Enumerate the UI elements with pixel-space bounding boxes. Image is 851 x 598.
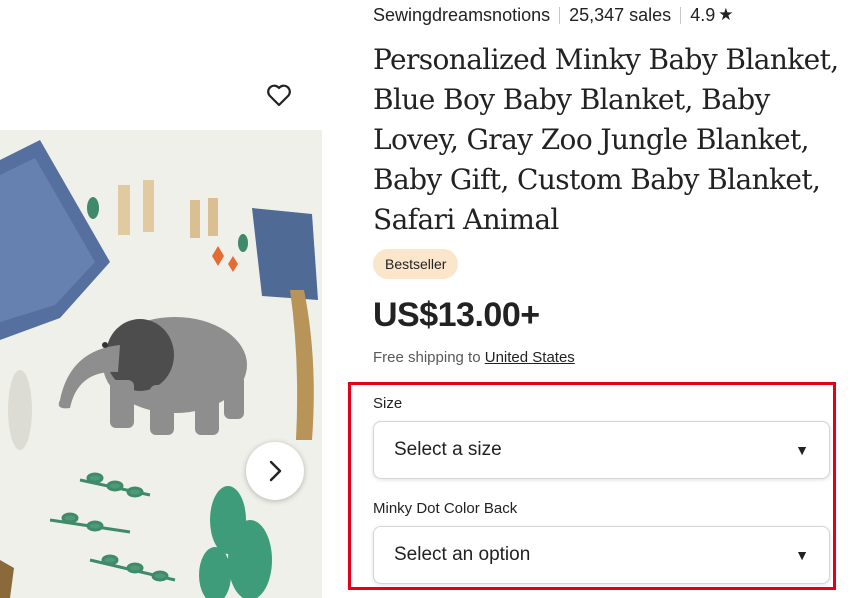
divider (680, 6, 682, 24)
bestseller-badge: Bestseller (373, 249, 459, 279)
caret-down-icon: ▼ (795, 547, 809, 563)
back-color-label: Minky Dot Color Back (373, 500, 518, 517)
shop-sales-count: 25,347 sales (569, 4, 672, 25)
product-image-area[interactable] (0, 0, 322, 598)
back-color-select[interactable]: Select an option ▼ (373, 526, 830, 584)
star-icon: ★ (718, 5, 734, 24)
size-select[interactable]: Select a size ▼ (373, 421, 830, 479)
next-image-button[interactable] (246, 442, 304, 500)
size-label: Size (373, 395, 403, 412)
listing-title: Personalized Minky Baby Blanket, Blue Bo… (373, 43, 839, 236)
listing-price: US$13.00+ (373, 296, 540, 334)
shop-summary: Sewingdreamsnotions 25,347 sales 4.9 ★ (373, 4, 733, 26)
shop-name-link[interactable]: Sewingdreamsnotions (373, 5, 550, 26)
favorite-button[interactable] (258, 74, 300, 116)
divider (559, 6, 561, 24)
shipping-destination-link[interactable]: United States (485, 349, 575, 366)
shop-rating[interactable]: 4.9 (690, 5, 715, 26)
caret-down-icon: ▼ (795, 442, 809, 458)
heart-outline-icon (267, 84, 291, 107)
shipping-info: Free shipping to United States (373, 349, 575, 366)
chevron-right-icon (269, 460, 282, 482)
back-color-select-value: Select an option (394, 544, 531, 565)
size-select-value: Select a size (394, 439, 502, 460)
shipping-text: Free shipping to (373, 349, 481, 366)
